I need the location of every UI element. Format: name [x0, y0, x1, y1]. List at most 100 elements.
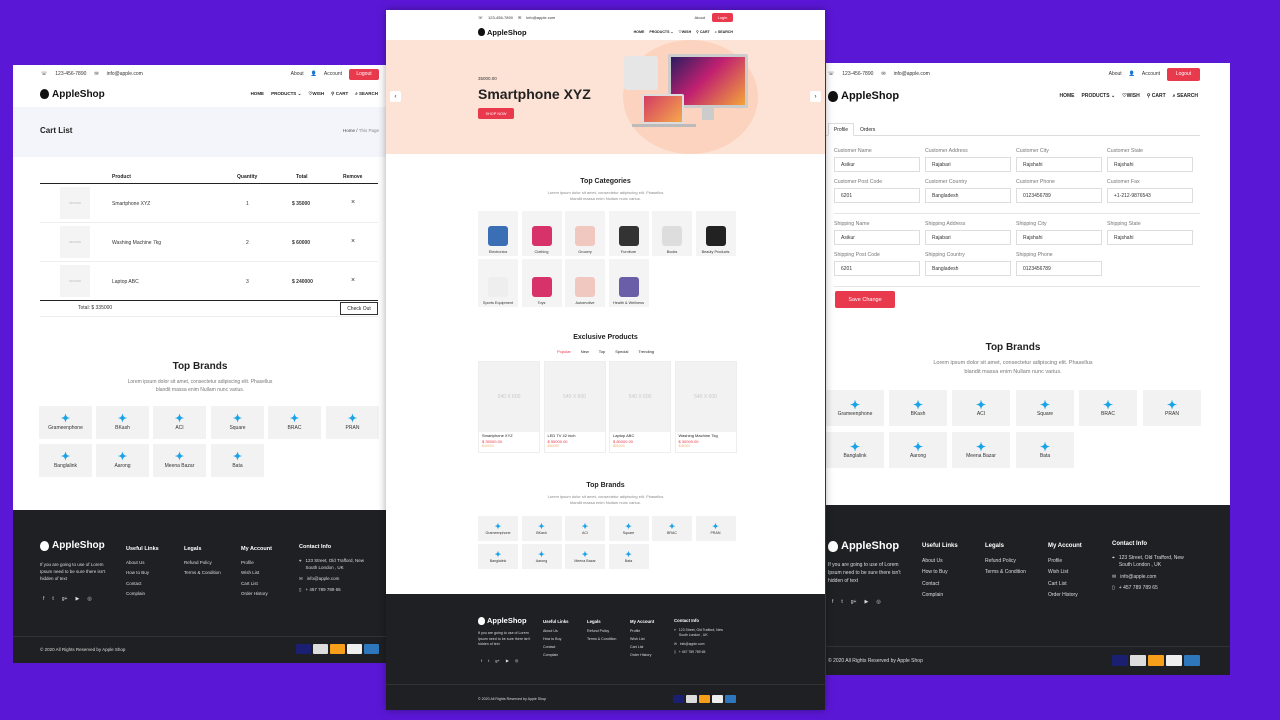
tab-new[interactable]: New: [581, 349, 589, 354]
footer-link[interactable]: About Us: [126, 558, 159, 569]
footer-link[interactable]: Contact: [126, 579, 159, 590]
brand-tile[interactable]: ✦ Aarong: [521, 544, 562, 569]
brand-tile[interactable]: ✦ Grameenphone: [478, 516, 518, 541]
footer-link[interactable]: Order History: [241, 589, 272, 600]
category-tile[interactable]: Health & Wellness: [608, 259, 649, 307]
brand-tile[interactable]: ✦ Bata: [608, 544, 649, 569]
category-tile[interactable]: Toys: [521, 259, 562, 307]
footer-logo[interactable]: AppleShop: [478, 616, 527, 625]
profile-input[interactable]: Rajabari: [925, 157, 1011, 172]
nav-wish[interactable]: ♡WISH: [1122, 93, 1140, 99]
nav-wish[interactable]: ♡WISH: [308, 91, 324, 97]
footer-link[interactable]: Contact: [922, 579, 958, 591]
profile-input[interactable]: 6201: [834, 261, 920, 276]
footer-link[interactable]: About Us: [543, 627, 569, 635]
nav-cart[interactable]: ⚲ CART: [696, 30, 710, 34]
footer-link[interactable]: Profile: [241, 558, 272, 569]
account-link[interactable]: Account: [324, 71, 342, 77]
product-name[interactable]: Washing Machine 7kg: [676, 432, 736, 439]
about-link[interactable]: About: [695, 15, 705, 20]
product-name[interactable]: Washing Machine 7kg: [112, 240, 161, 246]
brand-tile[interactable]: ✦ PRAN: [695, 516, 736, 541]
category-tile[interactable]: Clothing: [521, 211, 562, 256]
product-name[interactable]: Laptop ABC: [610, 432, 670, 439]
footer-link[interactable]: Wish List: [1048, 567, 1082, 579]
remove-icon[interactable]: ×: [351, 277, 355, 284]
profile-input[interactable]: Asikur: [834, 230, 920, 245]
brand-tile[interactable]: ✦ Grameenphone: [39, 406, 92, 439]
tab-orders[interactable]: Orders: [860, 127, 875, 133]
twitter-icon[interactable]: t: [841, 599, 842, 605]
profile-input[interactable]: Rajshahi: [1107, 157, 1193, 172]
nav-products[interactable]: PRODUCTS ⌄: [1082, 93, 1116, 99]
profile-input[interactable]: Rajshahi: [1107, 230, 1193, 245]
nav-cart[interactable]: ⚲ CART: [1147, 93, 1166, 99]
brand-tile[interactable]: ✦ Square: [1016, 390, 1074, 426]
brand-tile[interactable]: ✦ Bata: [1016, 432, 1074, 468]
footer-link[interactable]: How to Buy: [922, 567, 958, 579]
footer-link[interactable]: Wish List: [630, 635, 654, 643]
google-plus-icon[interactable]: g+: [495, 658, 500, 663]
footer-link[interactable]: Cart List: [1048, 579, 1082, 591]
brand-tile[interactable]: ✦ Square: [211, 406, 264, 439]
logout-button[interactable]: Logout: [1167, 67, 1200, 81]
brand-tile[interactable]: ✦ Aarong: [889, 432, 947, 468]
profile-input[interactable]: 0123456789: [1016, 188, 1102, 203]
brand-tile[interactable]: ✦ Meena Bazar: [565, 544, 605, 569]
facebook-icon[interactable]: f: [481, 658, 482, 663]
tab-trending[interactable]: Trending: [638, 349, 654, 354]
remove-icon[interactable]: ×: [351, 199, 355, 206]
brand-tile[interactable]: ✦ BRAC: [268, 406, 321, 439]
remove-icon[interactable]: ×: [351, 238, 355, 245]
youtube-icon[interactable]: ▶: [864, 599, 868, 605]
footer-link[interactable]: About Us: [922, 556, 958, 568]
next-slide-icon[interactable]: ›: [810, 91, 821, 102]
breadcrumb-home[interactable]: Home: [343, 128, 355, 133]
login-button[interactable]: Login: [712, 13, 733, 22]
footer-link[interactable]: Profile: [1048, 556, 1082, 568]
brand-tile[interactable]: ✦ Meena Bazar: [952, 432, 1010, 468]
shop-now-button[interactable]: SHOP NOW: [478, 108, 514, 119]
logo[interactable]: AppleShop: [40, 89, 105, 100]
instagram-icon[interactable]: ◎: [515, 658, 519, 663]
footer-link[interactable]: Terms & Condition: [587, 635, 616, 643]
product-card[interactable]: 540 X 600 Washing Machine 7kg $ 30000.00 $3…: [674, 361, 737, 453]
profile-input[interactable]: 0123456789: [1016, 261, 1102, 276]
google-plus-icon[interactable]: g+: [851, 599, 857, 605]
footer-link[interactable]: Order History: [630, 651, 654, 659]
tab-profile[interactable]: Profile: [828, 123, 854, 136]
brand-tile[interactable]: ✦ Banglalink: [826, 432, 884, 468]
brand-tile[interactable]: ✦ ACI: [952, 390, 1010, 426]
category-tile[interactable]: Automotive: [565, 259, 605, 307]
instagram-icon[interactable]: ◎: [87, 596, 91, 602]
tab-special[interactable]: Special: [615, 349, 628, 354]
twitter-icon[interactable]: t: [52, 596, 53, 602]
nav-cart[interactable]: ⚲ CART: [331, 91, 348, 97]
facebook-icon[interactable]: f: [832, 599, 833, 605]
product-card[interactable]: 540 X 600 Laptop ABC $ 80000.00 $85000: [609, 361, 671, 453]
category-tile[interactable]: Beauty Products: [695, 211, 736, 256]
profile-input[interactable]: Asikur: [834, 157, 920, 172]
footer-link[interactable]: Cart List: [241, 579, 272, 590]
footer-link[interactable]: Complain: [922, 590, 958, 602]
nav-products[interactable]: PRODUCTS ⌄: [649, 30, 673, 34]
category-tile[interactable]: Books: [652, 211, 692, 256]
brand-tile[interactable]: ✦ BRAC: [1079, 390, 1137, 426]
checkout-button[interactable]: Check Out: [340, 302, 378, 315]
tab-popular[interactable]: Popular: [557, 349, 571, 354]
brand-tile[interactable]: ✦ BKash: [889, 390, 947, 426]
about-link[interactable]: About: [1109, 71, 1122, 77]
twitter-icon[interactable]: t: [488, 658, 489, 663]
product-name[interactable]: LED TV 42 inch: [545, 432, 605, 439]
brand-tile[interactable]: ✦ PRAN: [1143, 390, 1201, 426]
nav-wish[interactable]: ♡WISH: [679, 30, 692, 34]
brand-tile[interactable]: ✦ BKash: [521, 516, 562, 541]
profile-input[interactable]: Bangladesh: [925, 188, 1011, 203]
instagram-icon[interactable]: ◎: [876, 599, 880, 605]
product-name[interactable]: Smartphone XYZ: [112, 201, 150, 207]
nav-search[interactable]: ⌕ SEARCH: [1173, 93, 1198, 99]
footer-link[interactable]: How to Buy: [126, 568, 159, 579]
footer-link[interactable]: Refund Policy: [985, 556, 1026, 568]
brand-tile[interactable]: ✦ BKash: [96, 406, 149, 439]
about-link[interactable]: About: [291, 71, 304, 77]
